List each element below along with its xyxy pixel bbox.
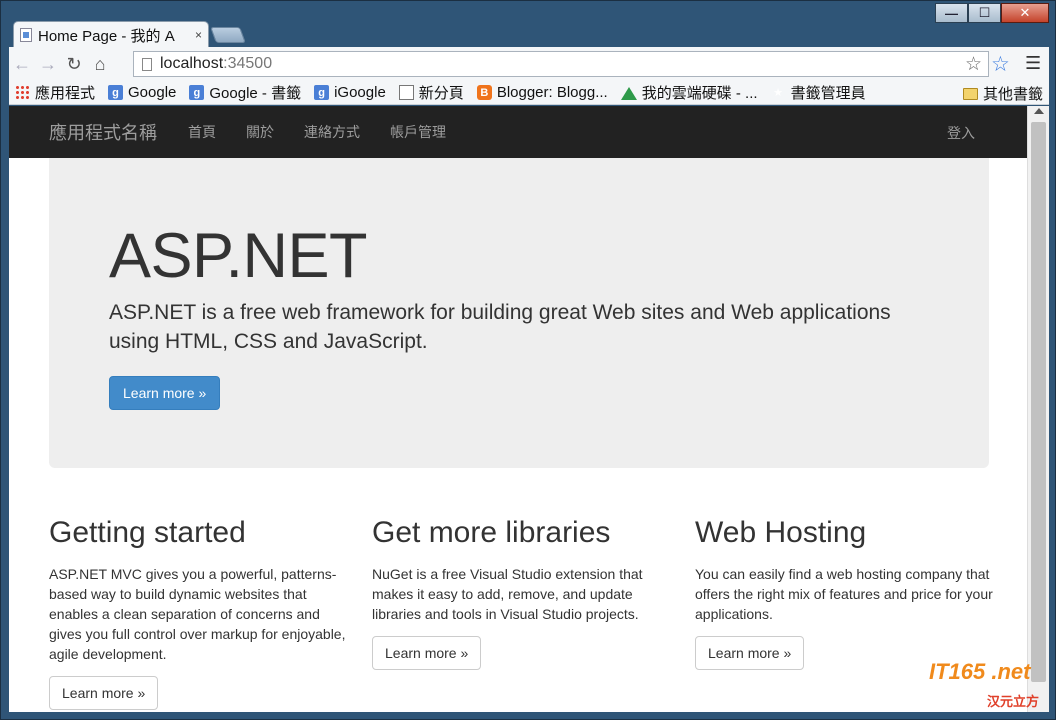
- bookmark-label: 書籤管理員: [790, 85, 866, 102]
- jumbotron-title: ASP.NET: [109, 221, 367, 291]
- watermark-logo: IT165 .net 汉元立方: [929, 659, 1053, 717]
- google-icon: g: [108, 85, 124, 100]
- page-icon: [142, 57, 152, 71]
- google-icon: g: [314, 85, 330, 100]
- bookmark-label: Google - 書籤: [209, 85, 302, 102]
- bookmark-label: 新分頁: [418, 85, 464, 102]
- column-web-hosting: Web Hosting You can easily find a web ho…: [695, 516, 995, 670]
- drive-icon: [620, 85, 637, 100]
- bookmark-blogger[interactable]: B Blogger: Blogg...: [476, 84, 608, 101]
- site-navbar: 應用程式名稱 首頁 關於 連絡方式 帳戶管理 登入: [9, 106, 1027, 158]
- url-port: :34500: [223, 55, 273, 72]
- minimize-button[interactable]: —: [935, 3, 968, 23]
- menu-icon[interactable]: ☰: [1025, 53, 1041, 74]
- title-bar: Home Page - 我的 A × — ☐ ✕: [1, 1, 1055, 48]
- bookmark-google[interactable]: g Google: [108, 84, 176, 101]
- web-hosting-learn-more-button[interactable]: Learn more »: [695, 636, 805, 670]
- getting-started-learn-more-button[interactable]: Learn more »: [49, 676, 159, 710]
- close-window-button[interactable]: ✕: [1001, 3, 1049, 23]
- bookmark-star-icon[interactable]: ☆: [965, 53, 982, 76]
- browser-toolbar: ← → ↻ ⌂ localhost:34500 ☆ ☆ ☰: [9, 47, 1049, 81]
- page-favicon-icon: [20, 28, 32, 42]
- bookmark-label: Blogger: Blogg...: [496, 84, 608, 101]
- bookmark-manager[interactable]: ★ 書籤管理員: [771, 82, 866, 103]
- column-text: NuGet is a free Visual Studio extension …: [372, 566, 643, 622]
- blogger-icon: B: [476, 85, 492, 100]
- other-bookmarks-label: 其他書籤: [982, 86, 1043, 103]
- page-viewport: 應用程式名稱 首頁 關於 連絡方式 帳戶管理 登入 ASP.NET ASP.NE…: [9, 106, 1049, 712]
- nav-link-account[interactable]: 帳戶管理: [375, 122, 461, 142]
- tab-title: Home Page - 我的 A: [38, 27, 175, 45]
- login-link[interactable]: 登入: [947, 123, 975, 143]
- other-bookmarks[interactable]: 其他書籤: [962, 83, 1043, 104]
- column-libraries: Get more libraries NuGet is a free Visua…: [372, 516, 672, 670]
- maximize-button[interactable]: ☐: [968, 3, 1001, 23]
- address-bar[interactable]: localhost:34500 ☆: [133, 51, 989, 77]
- bookmark-extension-star-icon[interactable]: ☆: [991, 52, 1010, 77]
- nav-link-contact[interactable]: 連絡方式: [289, 122, 375, 142]
- column-text: You can easily find a web hosting compan…: [695, 566, 993, 622]
- libraries-learn-more-button[interactable]: Learn more »: [372, 636, 482, 670]
- jumbotron: ASP.NET ASP.NET is a free web framework …: [49, 158, 989, 468]
- bookmark-label: Google: [128, 84, 177, 101]
- bookmark-new-tab[interactable]: 新分頁: [398, 82, 464, 103]
- bookmark-apps[interactable]: 應用程式: [15, 82, 95, 103]
- watermark-text: IT165 .net: [929, 659, 1031, 684]
- scroll-thumb[interactable]: [1031, 122, 1046, 682]
- forward-arrow-icon[interactable]: →: [35, 51, 61, 77]
- column-heading: Getting started: [49, 516, 246, 549]
- page-icon: [398, 85, 414, 100]
- nav-link-about[interactable]: 關於: [231, 122, 289, 142]
- google-icon: g: [189, 85, 205, 100]
- caption-buttons: — ☐ ✕: [935, 3, 1049, 23]
- star-icon: ★: [773, 87, 783, 99]
- browser-window: Home Page - 我的 A × — ☐ ✕ ← → ↻ ⌂ localho…: [0, 0, 1056, 720]
- column-heading: Get more libraries: [372, 516, 611, 549]
- bookmark-label: 我的雲端硬碟 - ...: [641, 85, 758, 102]
- navbar-brand[interactable]: 應用程式名稱: [49, 119, 157, 145]
- bookmark-igoogle[interactable]: g iGoogle: [314, 84, 386, 101]
- apps-icon: [15, 85, 30, 100]
- new-tab-button[interactable]: [210, 27, 246, 43]
- bookmarks-bar: 應用程式 g Google g Google - 書籤 g iGoogle 新分…: [9, 81, 1049, 105]
- jumbotron-lead: ASP.NET is a free web framework for buil…: [109, 301, 891, 353]
- url-host: localhost: [160, 55, 224, 72]
- watermark-subtext: 汉元立方: [987, 694, 1040, 709]
- tab-close-icon[interactable]: ×: [195, 28, 202, 42]
- vertical-scrollbar[interactable]: [1027, 106, 1049, 712]
- bookmark-label: iGoogle: [334, 84, 386, 101]
- folder-icon: [962, 87, 978, 100]
- bookmark-label: 應用程式: [35, 85, 96, 102]
- reload-icon[interactable]: ↻: [61, 51, 87, 77]
- jumbotron-learn-more-button[interactable]: Learn more »: [109, 376, 221, 410]
- column-getting-started: Getting started ASP.NET MVC gives you a …: [49, 516, 349, 710]
- back-arrow-icon[interactable]: ←: [9, 51, 35, 77]
- column-text: ASP.NET MVC gives you a powerful, patter…: [49, 566, 346, 662]
- scroll-up-icon[interactable]: [1034, 108, 1044, 114]
- bookmark-drive[interactable]: 我的雲端硬碟 - ...: [620, 82, 758, 103]
- column-heading: Web Hosting: [695, 516, 867, 549]
- nav-link-home[interactable]: 首頁: [173, 122, 231, 142]
- bookmark-google-bookmarks[interactable]: g Google - 書籤: [189, 82, 301, 103]
- browser-tab[interactable]: Home Page - 我的 A ×: [13, 21, 209, 48]
- home-icon[interactable]: ⌂: [87, 51, 113, 77]
